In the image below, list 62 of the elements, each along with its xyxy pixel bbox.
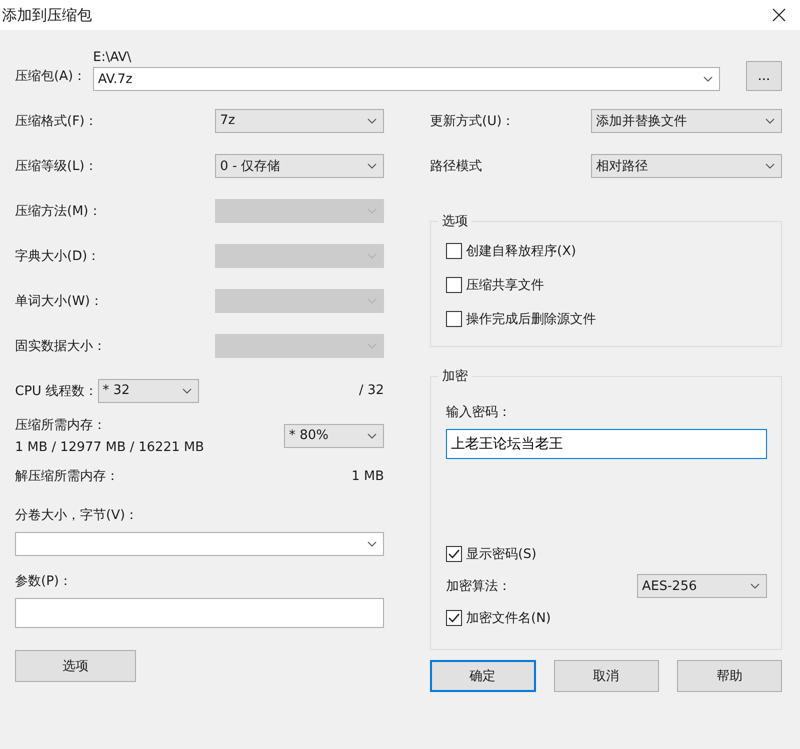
field-label: 压缩格式(F)： xyxy=(15,112,98,130)
memory-usage: 1 MB / 12977 MB / 16221 MB xyxy=(15,440,204,455)
field-label: 压缩方法(M)： xyxy=(15,202,102,220)
checkbox-label: 压缩共享文件 xyxy=(466,277,544,294)
window-title: 添加到压缩包 xyxy=(2,6,92,24)
group-title: 选项 xyxy=(441,213,469,230)
archive-label: 压缩包(A)： xyxy=(15,68,88,84)
dropdown[interactable]: * 80% xyxy=(284,424,384,448)
field-label: 路径模式 xyxy=(430,158,482,174)
close-icon[interactable] xyxy=(772,8,786,22)
chevron-down-icon xyxy=(367,162,377,168)
checkbox[interactable] xyxy=(446,243,462,259)
dropdown[interactable]: AES-256 xyxy=(637,574,767,598)
field-label: 输入密码： xyxy=(446,404,512,421)
field-label: 更新方式(U)： xyxy=(430,112,515,130)
browse-button[interactable]: ... xyxy=(746,61,782,91)
parameters-field[interactable] xyxy=(15,598,384,628)
chevron-down-icon xyxy=(765,118,775,124)
checkbox-label: 加密文件名(N) xyxy=(466,610,551,627)
field-label: 单词大小(W)： xyxy=(15,292,103,310)
field-label: 压缩等级(L)： xyxy=(15,158,98,174)
checkbox[interactable] xyxy=(446,610,462,626)
group-title: 加密 xyxy=(441,368,469,385)
chevron-down-icon xyxy=(703,76,713,82)
field-label: CPU 线程数： xyxy=(15,382,98,400)
chevron-down-icon xyxy=(367,432,377,438)
field-label: 压缩所需内存： xyxy=(15,417,107,434)
dropdown[interactable]: 7z xyxy=(215,108,384,132)
chevron-down-icon xyxy=(367,541,377,547)
chevron-down-icon xyxy=(367,118,377,124)
thread-total: / 32 xyxy=(358,383,384,398)
options-button[interactable]: 选项 xyxy=(15,650,136,682)
checkbox[interactable] xyxy=(446,546,462,562)
checkbox[interactable] xyxy=(446,277,462,293)
archive-path: E:\AV\ xyxy=(93,50,132,65)
field-label: 固实数据大小： xyxy=(15,338,106,354)
field-label: 字典大小(D)： xyxy=(15,248,100,264)
dropdown[interactable]: 添加并替换文件 xyxy=(591,108,782,132)
dropdown[interactable]: 相对路径 xyxy=(591,154,782,178)
field-label: 分卷大小，字节(V)： xyxy=(15,507,140,524)
field-label: 解压缩所需内存： xyxy=(15,468,119,485)
dialog-button[interactable]: 帮助 xyxy=(676,660,782,692)
field-label: 参数(P)： xyxy=(15,573,73,590)
chevron-down-icon xyxy=(367,298,377,304)
chevron-down-icon xyxy=(367,252,377,258)
chevron-down-icon xyxy=(182,388,192,394)
checkbox[interactable] xyxy=(446,311,462,327)
chevron-down-icon xyxy=(367,342,377,348)
password-field[interactable]: 上老王论坛当老王 xyxy=(446,429,767,459)
dropdown[interactable]: AV.7z xyxy=(93,67,720,91)
dropdown[interactable]: 0 - 仅存储 xyxy=(215,154,384,178)
dialog-button[interactable]: 确定 xyxy=(430,660,536,692)
field-label: 加密算法： xyxy=(446,578,511,595)
chevron-down-icon xyxy=(750,583,760,589)
checkbox-label: 创建自释放程序(X) xyxy=(466,243,576,260)
chevron-down-icon xyxy=(367,208,377,214)
dialog-button[interactable]: 取消 xyxy=(554,660,659,692)
chevron-down-icon xyxy=(765,162,775,168)
checkbox-label: 操作完成后删除源文件 xyxy=(466,311,596,328)
dropdown[interactable]: * 32 xyxy=(98,378,199,402)
memory-value: 1 MB xyxy=(351,468,384,484)
checkbox-label: 显示密码(S) xyxy=(466,546,536,563)
